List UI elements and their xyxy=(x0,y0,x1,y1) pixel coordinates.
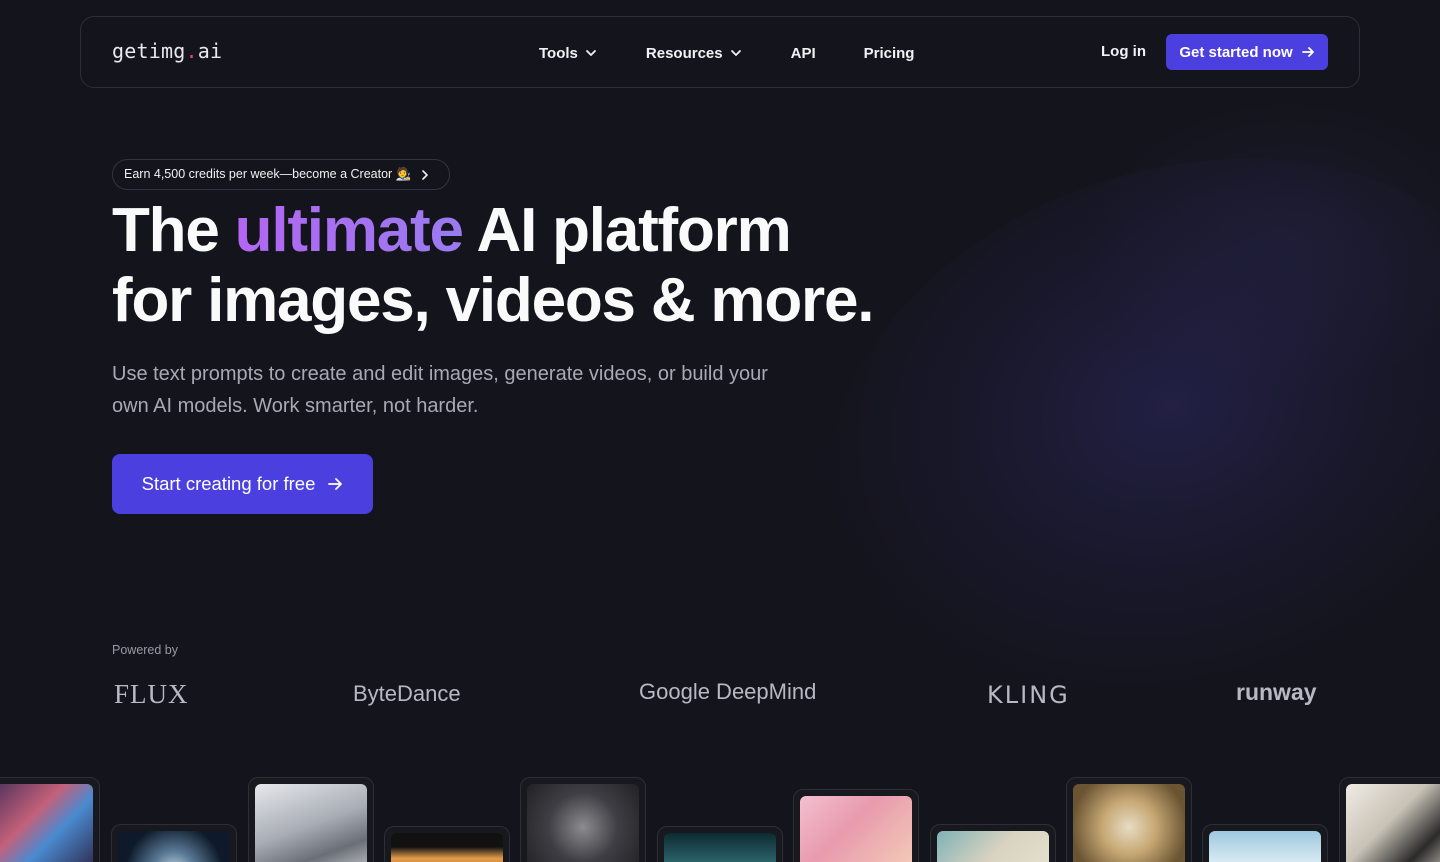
gallery-card[interactable] xyxy=(520,777,646,862)
hero-subtext: Use text prompts to create and edit imag… xyxy=(112,363,768,417)
gallery-card[interactable] xyxy=(248,777,374,862)
gallery-image xyxy=(255,784,367,862)
gallery-image xyxy=(118,831,230,862)
top-navbar: getimg.ai Tools Resources API Pricing Lo… xyxy=(80,16,1360,88)
start-creating-label: Start creating for free xyxy=(141,473,316,494)
partner-logo-bytedance: ByteDance xyxy=(353,681,461,706)
hero-headline: The ultimate AI platform for images, vid… xyxy=(112,196,874,336)
gallery-card[interactable] xyxy=(1339,777,1440,862)
nav-item-label: Pricing xyxy=(863,44,915,62)
gallery-card[interactable] xyxy=(793,789,919,862)
login-link[interactable]: Log in xyxy=(1101,43,1146,60)
gallery-image xyxy=(1209,831,1321,862)
start-creating-button[interactable]: Start creating for free xyxy=(112,454,373,514)
nav-item-tools[interactable]: Tools xyxy=(539,45,598,62)
chevron-right-icon xyxy=(422,169,429,180)
gallery-card[interactable] xyxy=(1202,824,1328,862)
gallery-image xyxy=(1073,784,1185,862)
gallery-card[interactable] xyxy=(0,777,100,862)
headline-post: AI platform xyxy=(462,196,791,265)
gallery-image xyxy=(800,796,912,862)
logo-text: getimg xyxy=(112,39,186,63)
logo-tld: ai xyxy=(197,39,223,63)
nav-item-label: Resources xyxy=(645,44,723,62)
gallery-image xyxy=(937,831,1049,862)
gallery-image xyxy=(1346,784,1440,862)
arrow-right-icon xyxy=(1301,47,1314,57)
gallery-image xyxy=(0,784,93,862)
gallery-card[interactable] xyxy=(111,824,237,862)
partner-logo-kling: KLING xyxy=(987,681,1070,709)
chevron-down-icon xyxy=(730,50,741,56)
headline-pre: The xyxy=(112,196,235,265)
gallery-image xyxy=(527,784,639,862)
logo-dot: . xyxy=(185,39,198,63)
get-started-label: Get started now xyxy=(1179,43,1293,61)
chevron-down-icon xyxy=(585,50,596,56)
gallery-image xyxy=(391,833,503,862)
nav-item-label: Tools xyxy=(539,44,578,62)
gallery-card[interactable] xyxy=(930,824,1056,862)
nav-item-api[interactable]: API xyxy=(791,45,816,62)
gallery-card[interactable] xyxy=(1066,777,1192,862)
main-menu: Tools Resources API Pricing xyxy=(539,17,962,89)
logo[interactable]: getimg.ai xyxy=(112,39,222,63)
partner-logo-runway: runway xyxy=(1236,679,1317,705)
powered-by-label: Powered by xyxy=(112,643,179,657)
gallery-image xyxy=(664,833,776,862)
gallery-card[interactable] xyxy=(657,826,783,862)
partner-logo-flux: FLUX xyxy=(114,679,189,709)
creator-promo-pill[interactable]: Earn 4,500 credits per week—become a Cre… xyxy=(112,159,451,190)
arrow-right-icon xyxy=(328,478,343,490)
gallery-card[interactable] xyxy=(384,826,510,862)
get-started-button[interactable]: Get started now xyxy=(1166,34,1328,70)
nav-item-pricing[interactable]: Pricing xyxy=(864,45,915,62)
nav-item-label: API xyxy=(790,44,816,62)
creator-promo-text: Earn 4,500 credits per week—become a Cre… xyxy=(124,167,412,181)
headline-accent: ultimate xyxy=(234,196,464,265)
headline-line2: for images, videos & more. xyxy=(112,266,874,335)
partner-logo-google-deepmind: Google DeepMind xyxy=(639,679,817,704)
nav-item-resources[interactable]: Resources xyxy=(646,45,743,62)
